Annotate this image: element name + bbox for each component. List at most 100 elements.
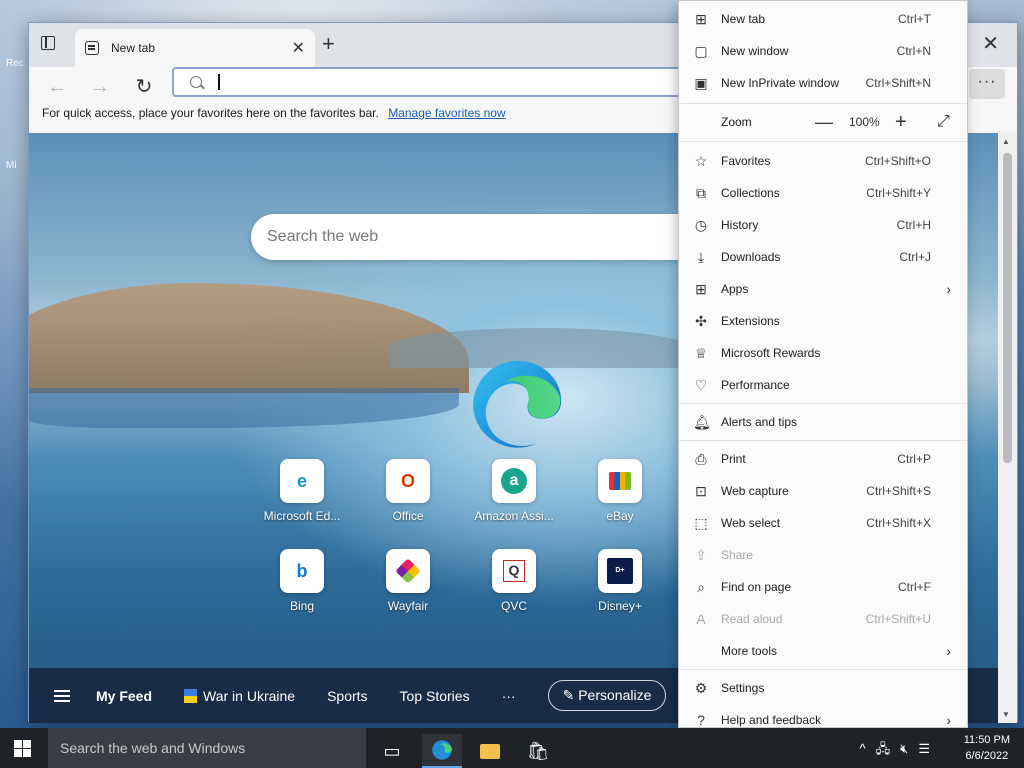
favorites-star-icon: ☆ — [694, 152, 708, 169]
desktop-icon-shortcut[interactable]: Mi — [6, 160, 17, 171]
pencil-icon: ✎ — [562, 687, 579, 703]
menu-item-new-inprivate-window[interactable]: ▣ New InPrivate window Ctrl+Shift+N — [679, 67, 967, 99]
tile-label: Microsoft Ed... — [263, 509, 341, 523]
amazon-icon: a — [492, 459, 536, 503]
menu-separator — [679, 141, 967, 142]
tile-label: Amazon Assi... — [474, 509, 554, 523]
window-close-button[interactable]: ✕ — [982, 31, 999, 56]
quick-link-tile[interactable]: D+ Disney+ — [565, 549, 675, 613]
menu-zoom-row: Zoom — 100% + ⤢ — [679, 105, 967, 139]
address-bar[interactable] — [172, 67, 692, 97]
settings-and-more-menu: ⊞ New tab Ctrl+T ▢ New window Ctrl+N ▣ N… — [678, 0, 968, 728]
chevron-up-icon[interactable]: ^ — [860, 741, 876, 756]
tab-actions-icon — [41, 36, 55, 50]
menu-item-new-tab[interactable]: ⊞ New tab Ctrl+T — [679, 3, 967, 35]
tab-sports[interactable]: Sports — [327, 688, 367, 704]
quick-link-tile[interactable]: e Microsoft Ed... — [247, 459, 357, 523]
tab-my-feed[interactable]: My Feed — [96, 688, 152, 704]
settings-and-more-button[interactable]: ··· — [969, 69, 1005, 99]
collections-icon: ⧉ — [696, 184, 706, 201]
tile-label: QVC — [500, 599, 527, 613]
menu-item-extensions[interactable]: ✣ Extensions — [679, 305, 967, 337]
menu-item-print[interactable]: ⎙ Print Ctrl+P — [679, 443, 967, 475]
web-search-box[interactable]: Search the web — [251, 214, 751, 260]
zoom-in-button[interactable]: + — [895, 111, 907, 134]
scrollbar-thumb[interactable] — [1003, 153, 1012, 463]
chevron-right-icon: › — [946, 712, 951, 728]
tile-label: eBay — [606, 509, 634, 523]
scroll-down-arrow-icon[interactable]: ▼ — [1002, 710, 1010, 719]
office-icon: O — [386, 459, 430, 503]
share-icon: ⇪ — [695, 546, 707, 563]
task-view-icon[interactable]: ▭ — [372, 734, 412, 768]
clock-date: 6/6/2022 — [965, 750, 1009, 762]
menu-item-microsoft-rewards[interactable]: ♕ Microsoft Rewards — [679, 337, 967, 369]
menu-item-favorites[interactable]: ☆ Favorites Ctrl+Shift+O — [679, 145, 967, 177]
menu-separator — [679, 440, 967, 441]
taskbar-search-box[interactable]: Search the web and Windows — [48, 728, 366, 768]
quick-link-tile[interactable]: O Office — [353, 459, 463, 523]
new-tab-page-icon — [85, 41, 99, 55]
quick-link-tile[interactable]: a Amazon Assi... — [459, 459, 569, 523]
tab-actions-menu-button[interactable] — [41, 36, 59, 52]
menu-item-history[interactable]: ◷ History Ctrl+H — [679, 209, 967, 241]
forward-button[interactable]: → — [86, 73, 114, 101]
desktop-icon-recycle-bin[interactable]: Rec — [6, 58, 24, 69]
menu-item-apps[interactable]: ⊞ Apps › — [679, 273, 967, 305]
quick-link-tile[interactable]: eBay — [565, 459, 675, 523]
menu-item-find-on-page[interactable]: ⌕ Find on page Ctrl+F — [679, 571, 967, 603]
menu-item-help-and-feedback[interactable]: ? Help and feedback › — [679, 704, 967, 728]
tab-war-in-ukraine[interactable]: War in Ukraine — [184, 688, 295, 704]
notifications-icon[interactable]: ☰ — [918, 741, 940, 756]
help-icon: ? — [697, 712, 705, 728]
zoom-out-button[interactable]: — — [815, 112, 833, 133]
personalize-button[interactable]: ✎ Personalize — [547, 680, 667, 711]
disney-icon: D+ — [598, 549, 642, 593]
feed-more-button[interactable]: ··· — [502, 688, 516, 704]
file-explorer-icon[interactable] — [470, 734, 510, 768]
hamburger-menu-icon[interactable] — [54, 694, 70, 697]
menu-item-more-tools[interactable]: More tools › — [679, 635, 967, 667]
back-button[interactable]: ← — [43, 73, 71, 101]
performance-heart-icon: ♡ — [694, 376, 708, 393]
chevron-right-icon: › — [946, 643, 951, 659]
menu-item-web-select[interactable]: ⬚ Web select Ctrl+Shift+X — [679, 507, 967, 539]
clock-time: 11:50 PM — [963, 734, 1010, 746]
menu-item-web-capture[interactable]: ⊡ Web capture Ctrl+Shift+S — [679, 475, 967, 507]
quick-link-tile[interactable]: Wayfair — [353, 549, 463, 613]
store-icon[interactable]: 🛍︎ — [518, 734, 558, 768]
tab-top-stories[interactable]: Top Stories — [400, 688, 470, 704]
edge-logo-icon — [473, 360, 562, 448]
menu-item-settings[interactable]: ⚙ Settings — [679, 672, 967, 704]
taskbar-clock[interactable]: 11:50 PM 6/6/2022 — [964, 732, 1010, 764]
menu-item-downloads[interactable]: ⤓ Downloads Ctrl+J — [679, 241, 967, 273]
manage-favorites-link[interactable]: Manage favorites now — [388, 106, 505, 120]
refresh-button[interactable]: ↻ — [130, 73, 158, 101]
tab-title: New tab — [111, 41, 156, 55]
tab-new-tab[interactable]: New tab ✕ — [75, 29, 315, 67]
tile-label: Office — [392, 509, 424, 523]
menu-item-performance[interactable]: ♡ Performance — [679, 369, 967, 401]
quick-link-tile[interactable]: b Bing — [247, 549, 357, 613]
web-select-icon: ⬚ — [694, 514, 708, 531]
edge-taskbar-icon[interactable] — [422, 734, 462, 768]
search-icon — [190, 76, 202, 88]
menu-item-share: ⇪ Share — [679, 539, 967, 571]
start-button[interactable] — [14, 740, 32, 757]
tile-label: Wayfair — [387, 599, 429, 613]
volume-muted-icon[interactable]: 🔇︎ — [900, 741, 918, 756]
tab-close-icon[interactable]: ✕ — [292, 38, 305, 58]
wayfair-icon — [386, 549, 430, 593]
fullscreen-icon[interactable]: ⤢ — [937, 113, 950, 131]
network-icon[interactable]: 🖧︎ — [876, 741, 901, 756]
new-tab-button[interactable]: + — [322, 33, 335, 55]
vertical-scrollbar[interactable]: ▲ ▼ — [998, 133, 1017, 723]
scroll-up-arrow-icon[interactable]: ▲ — [1002, 137, 1010, 146]
menu-item-alerts-and-tips[interactable]: 🔔︎ Alerts and tips — [679, 406, 967, 438]
quick-link-tile[interactable]: Q QVC — [459, 549, 569, 613]
edge-icon: e — [280, 459, 324, 503]
bell-icon: 🔔︎ — [693, 413, 711, 430]
new-tab-icon: ⊞ — [695, 10, 707, 27]
menu-item-new-window[interactable]: ▢ New window Ctrl+N — [679, 35, 967, 67]
menu-item-collections[interactable]: ⧉ Collections Ctrl+Shift+Y — [679, 177, 967, 209]
